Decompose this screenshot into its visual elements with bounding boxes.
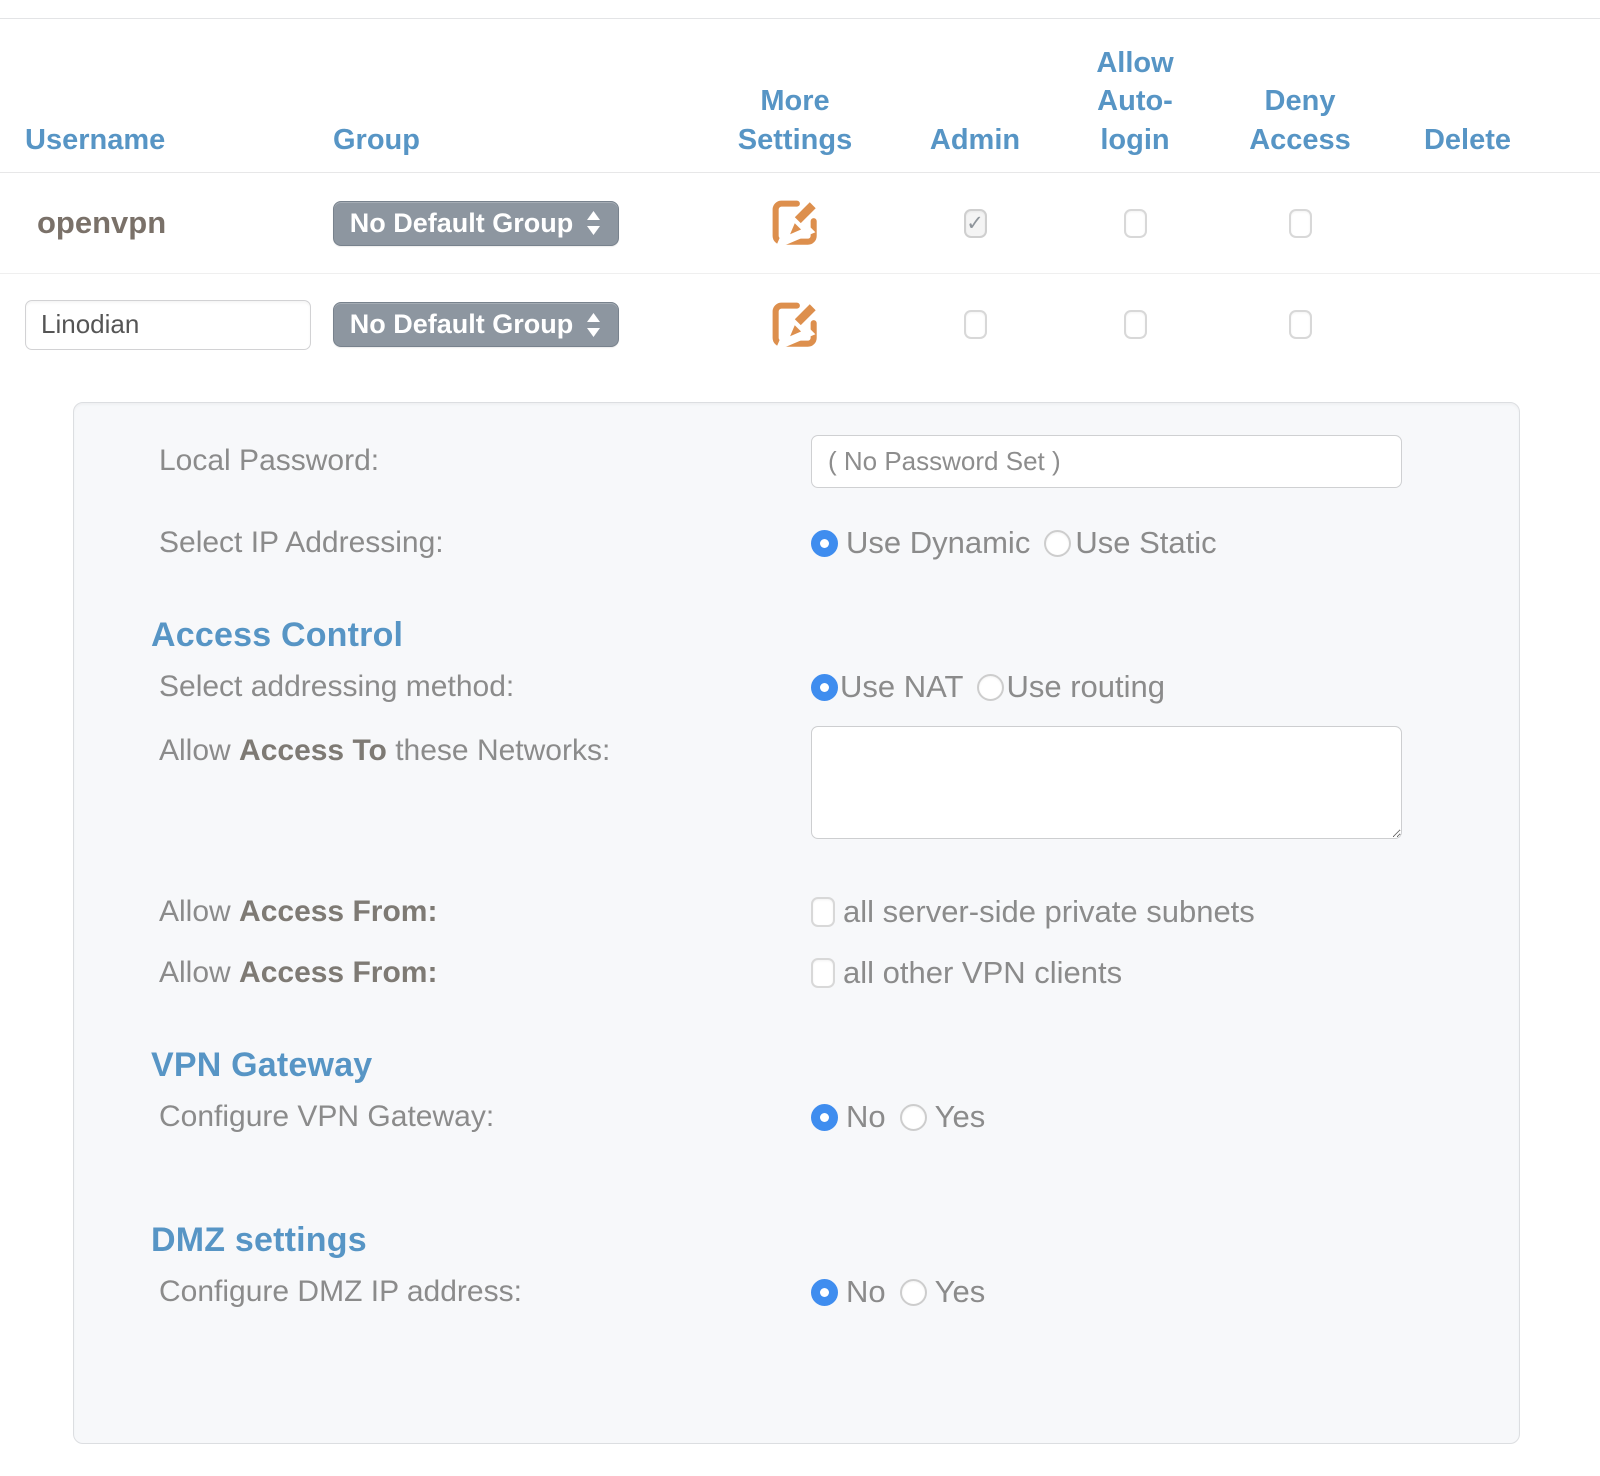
user-settings-panel: Local Password: Select IP Addressing: Us…: [73, 402, 1520, 1444]
col-header-allow-autologin: Allow Auto- login: [1060, 44, 1210, 172]
vpn-gateway-yes-label: Yes: [935, 1099, 986, 1135]
user-permissions-table: Username Group More Settings Admin Allow…: [0, 18, 1600, 375]
ip-addressing-label: Select IP Addressing:: [74, 526, 811, 560]
use-dynamic-label: Use Dynamic: [846, 525, 1030, 561]
deny-access-checkbox[interactable]: [1289, 209, 1312, 238]
vpn-gateway-no-label: No: [846, 1099, 886, 1135]
col-header-delete: Delete: [1390, 121, 1545, 172]
access-from-clients-row: Allow Access From: all other VPN clients: [74, 955, 1519, 991]
local-password-label: Local Password:: [74, 444, 811, 478]
use-routing-radio[interactable]: [977, 674, 1004, 701]
use-static-radio[interactable]: [1044, 530, 1071, 557]
dmz-yes-radio[interactable]: [900, 1279, 927, 1306]
table-header-row: Username Group More Settings Admin Allow…: [0, 19, 1600, 173]
group-select[interactable]: No Default Group: [333, 302, 619, 347]
table-row-openvpn: openvpn No Default Group: [0, 173, 1600, 274]
configure-vpn-gateway-label: Configure VPN Gateway:: [74, 1100, 811, 1134]
access-from-subnets-row: Allow Access From: all server-side priva…: [74, 894, 1519, 930]
access-from-subnets-label: Allow Access From:: [74, 895, 811, 929]
table-row-new-user: No Default Group: [0, 274, 1600, 375]
ip-addressing-row: Select IP Addressing: Use Dynamic Use St…: [74, 525, 1519, 561]
col-header-more-settings: More Settings: [700, 82, 890, 172]
addressing-method-row: Select addressing method: Use NAT Use ro…: [74, 669, 1519, 705]
access-control-heading: Access Control: [151, 616, 403, 655]
access-from-clients-checkbox-label: all other VPN clients: [843, 955, 1122, 991]
admin-checkbox[interactable]: [964, 310, 987, 339]
vpn-gateway-no-radio[interactable]: [811, 1104, 838, 1131]
configure-dmz-label: Configure DMZ IP address:: [74, 1275, 811, 1309]
group-select-value: No Default Group: [350, 309, 574, 340]
access-from-subnets-checkbox-label: all server-side private subnets: [843, 894, 1255, 930]
more-settings-edit-icon[interactable]: [767, 195, 823, 251]
addressing-method-label: Select addressing method:: [74, 670, 811, 704]
more-settings-edit-icon[interactable]: [767, 297, 823, 353]
user-permissions-page: Username Group More Settings Admin Allow…: [0, 0, 1600, 1476]
vpn-gateway-yes-radio[interactable]: [900, 1104, 927, 1131]
access-from-subnets-checkbox[interactable]: [811, 897, 835, 927]
use-nat-label: Use NAT: [840, 669, 963, 705]
local-password-row: Local Password:: [74, 434, 1519, 488]
allow-autologin-checkbox[interactable]: [1124, 209, 1147, 238]
access-to-networks-textarea[interactable]: [811, 726, 1402, 839]
local-password-input[interactable]: [811, 435, 1402, 488]
new-username-input[interactable]: [25, 300, 311, 350]
group-select[interactable]: No Default Group: [333, 201, 619, 246]
deny-access-checkbox[interactable]: [1289, 310, 1312, 339]
configure-dmz-row: Configure DMZ IP address: No Yes: [74, 1274, 1519, 1310]
configure-vpn-gateway-row: Configure VPN Gateway: No Yes: [74, 1099, 1519, 1135]
select-updown-arrows-icon: [585, 209, 602, 237]
col-header-group: Group: [333, 121, 700, 172]
use-nat-radio[interactable]: [811, 674, 838, 701]
select-updown-arrows-icon: [585, 311, 602, 339]
group-select-value: No Default Group: [350, 208, 574, 239]
col-header-admin: Admin: [890, 121, 1060, 172]
dmz-no-label: No: [846, 1274, 886, 1310]
use-dynamic-radio[interactable]: [811, 530, 838, 557]
username-label: openvpn: [0, 205, 166, 241]
vpn-gateway-heading: VPN Gateway: [151, 1046, 372, 1085]
access-to-row: Allow Access To these Networks:: [74, 726, 1519, 839]
access-from-clients-label: Allow Access From:: [74, 956, 811, 990]
access-to-label: Allow Access To these Networks:: [74, 726, 811, 768]
dmz-yes-label: Yes: [935, 1274, 986, 1310]
use-routing-label: Use routing: [1006, 669, 1165, 705]
col-header-username: Username: [0, 121, 333, 172]
admin-checkbox[interactable]: [964, 209, 987, 238]
dmz-settings-heading: DMZ settings: [151, 1221, 367, 1260]
dmz-no-radio[interactable]: [811, 1279, 838, 1306]
allow-autologin-checkbox[interactable]: [1124, 310, 1147, 339]
use-static-label: Use Static: [1075, 525, 1216, 561]
col-header-deny-access: Deny Access: [1210, 82, 1390, 172]
access-from-clients-checkbox[interactable]: [811, 958, 835, 988]
